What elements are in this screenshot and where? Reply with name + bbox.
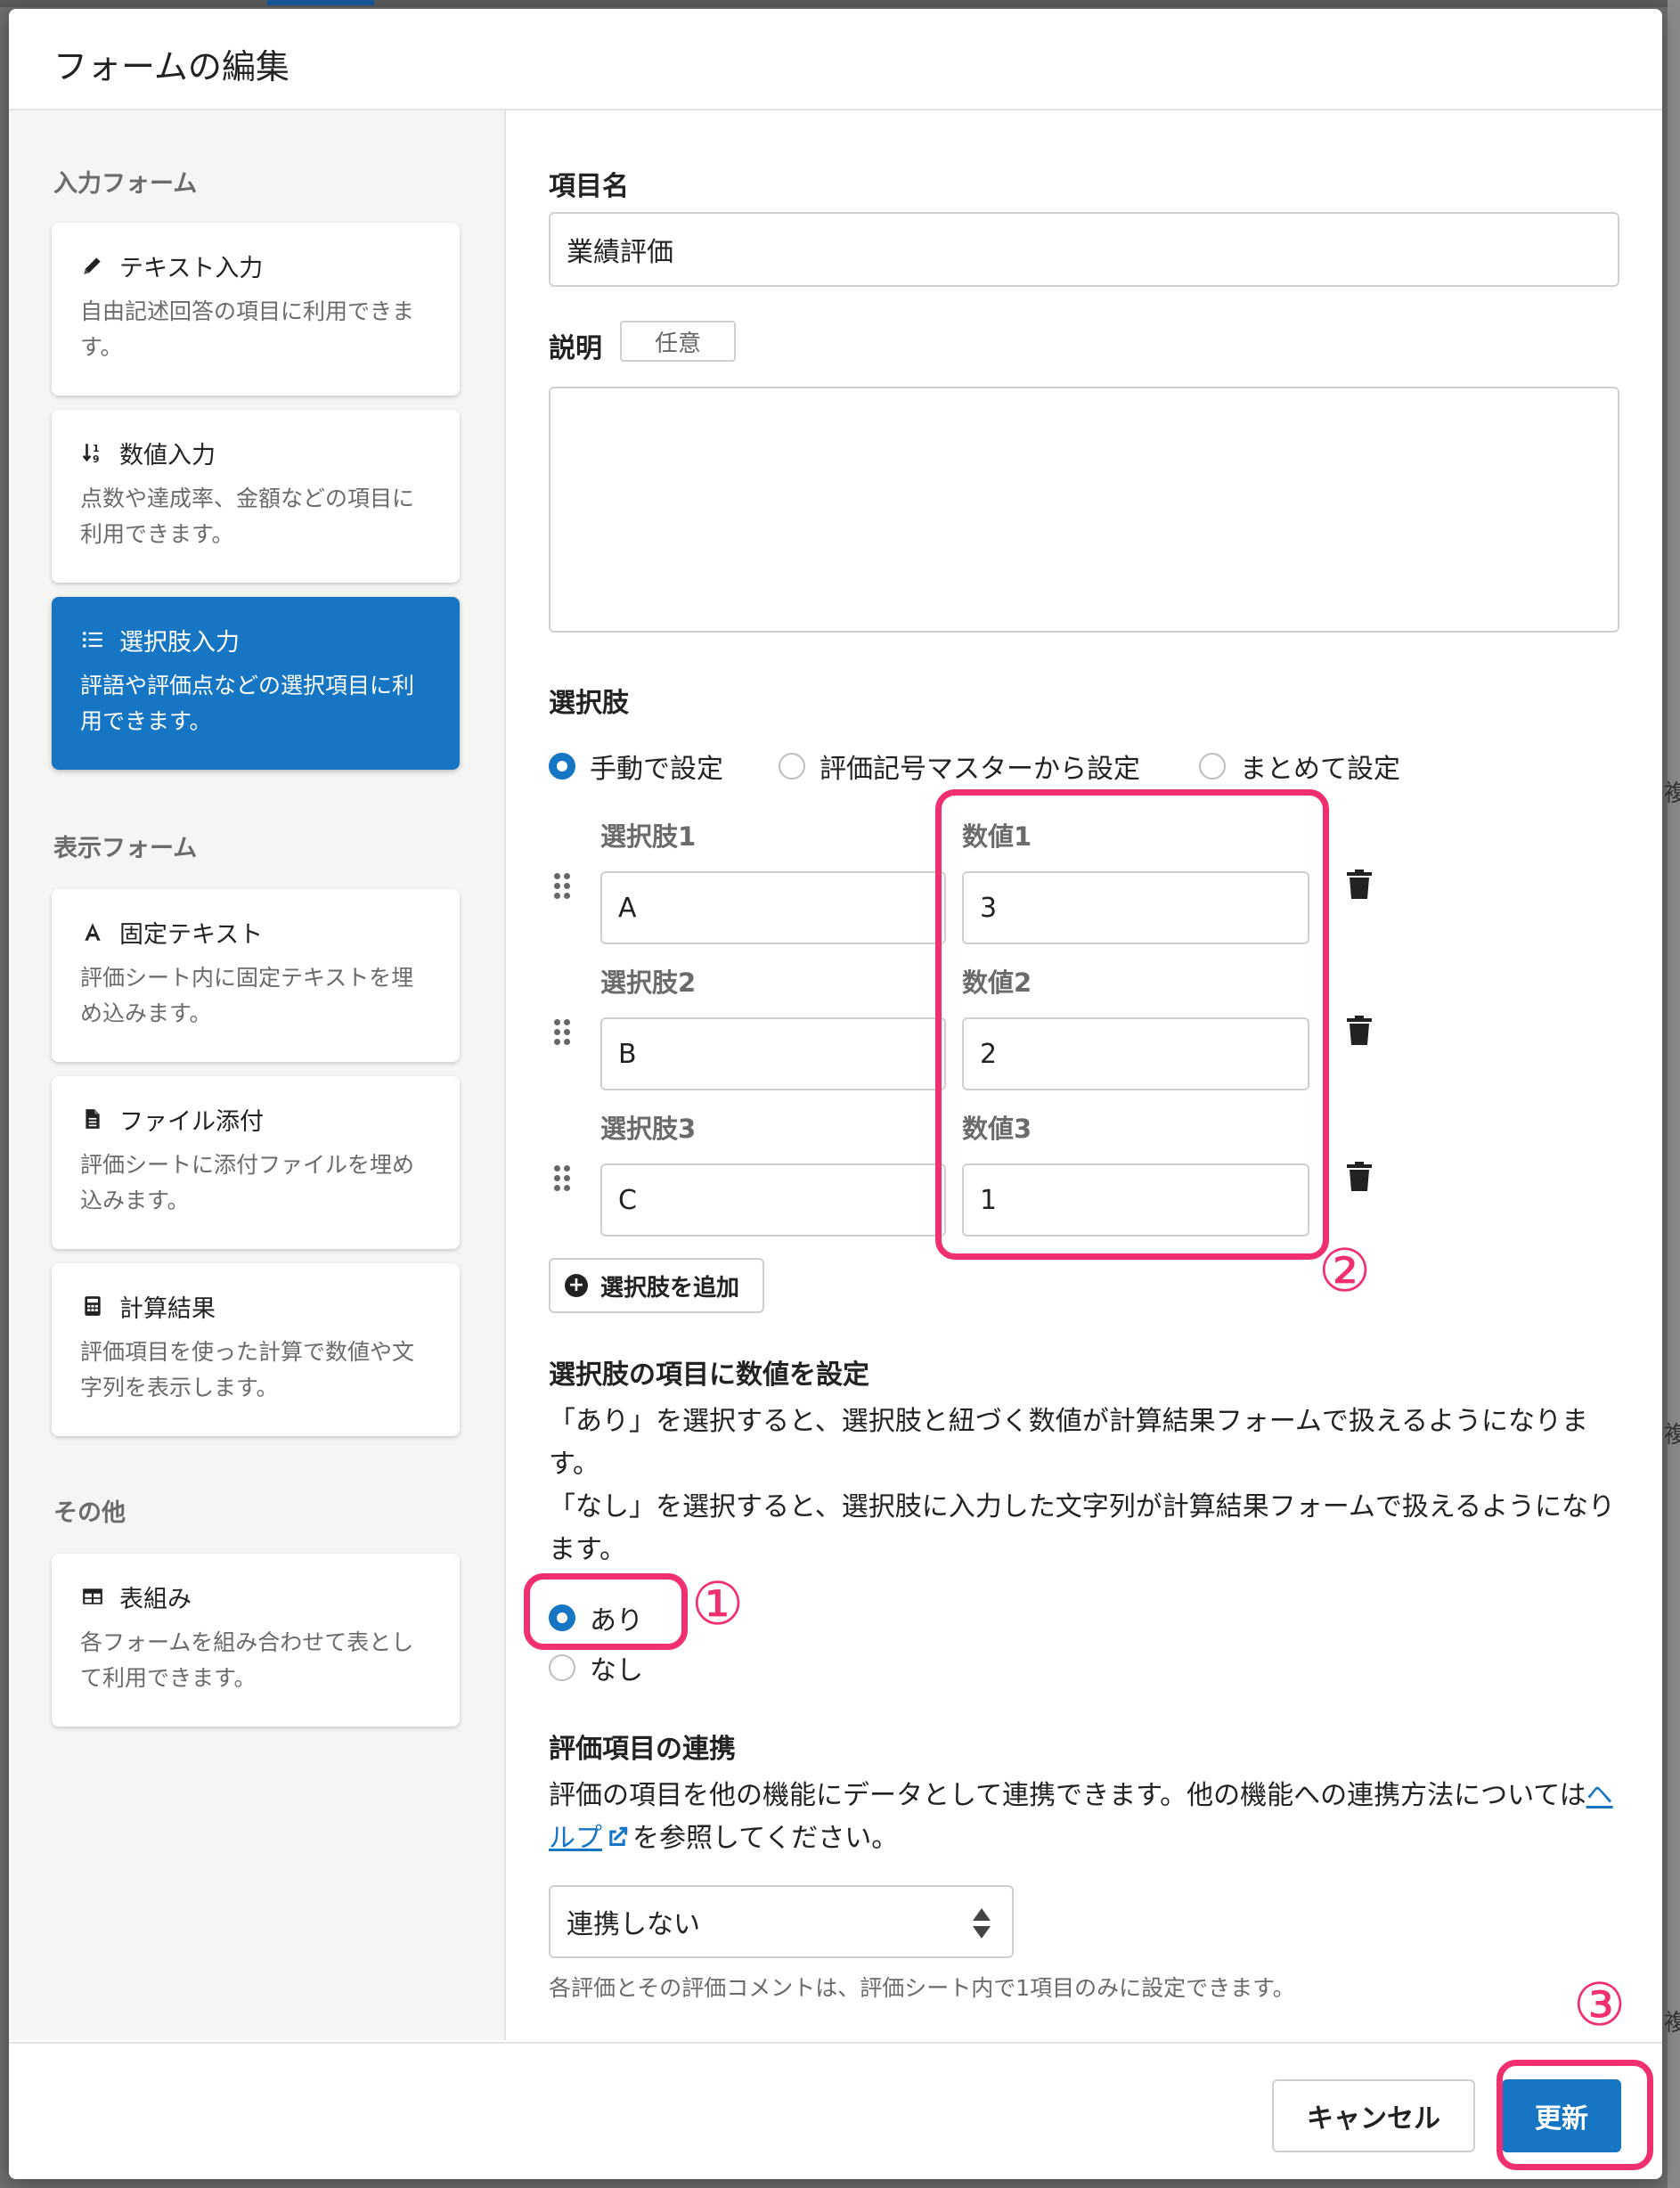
sidebar-item-desc: 評語や評価点などの選択項目に利用できます。	[80, 673, 415, 734]
cancel-button[interactable]: キャンセル	[1272, 2079, 1475, 2152]
choice-value: C	[618, 1184, 637, 1216]
form-edit-modal: フォームの編集 入力フォーム テキスト入力 自由記述回答の項目に利用できます。 …	[9, 9, 1662, 2179]
table-icon	[80, 1584, 105, 1609]
modal-header: フォームの編集	[9, 9, 1662, 110]
add-choice-label: 選択肢を追加	[600, 1274, 740, 1302]
drag-handle-icon[interactable]	[554, 1165, 572, 1192]
choice-input[interactable]: C	[600, 1163, 946, 1237]
integration-title: 評価項目の連携	[549, 1734, 736, 1765]
radio-label: 評価記号マスターから設定	[820, 754, 1140, 785]
sidebar-item-number-input[interactable]: 19 数値入力 点数や達成率、金額などの項目に利用できます。	[52, 410, 460, 583]
sidebar-item-calculation[interactable]: 計算結果 評価項目を使った計算で数値や文字列を表示します。	[52, 1263, 460, 1436]
radio-label: まとめて設定	[1240, 754, 1400, 785]
mode-bulk-radio[interactable]: まとめて設定	[1199, 747, 1400, 786]
integration-desc: 評価の項目を他の機能にデータとして連携できます。他の機能への連携方法についてはヘ…	[549, 1775, 1618, 1860]
external-link-icon[interactable]	[604, 1824, 631, 1850]
trash-icon[interactable]	[1347, 1016, 1372, 1046]
sidebar-item-file-attach[interactable]: ファイル添付 評価シートに添付ファイルを埋め込みます。	[52, 1076, 460, 1249]
step-2-marker: ②	[1318, 1237, 1372, 1305]
highlight-box-update-button	[1497, 2060, 1653, 2170]
background-edge-text: 複	[1664, 1422, 1680, 1449]
background-accent-bar	[267, 0, 374, 5]
sidebar-item-title: 数値入力	[119, 441, 216, 469]
sort-arrows-icon	[973, 1908, 991, 1939]
radio-button[interactable]	[549, 1654, 575, 1681]
highlight-box-numbers	[935, 789, 1329, 1260]
numeric-setting-desc-1: 「あり」を選択すると、選択肢と紐づく数値が計算結果フォームで扱えるようになります…	[549, 1406, 1588, 1480]
sidebar-item-text-input[interactable]: テキスト入力 自由記述回答の項目に利用できます。	[52, 223, 460, 396]
item-name-label: 項目名	[549, 171, 629, 202]
integration-select-value: 連携しない	[567, 1909, 700, 1940]
calculator-icon	[80, 1294, 105, 1319]
sidebar-item-title: 選択肢入力	[119, 628, 240, 657]
background-right-strip	[1668, 0, 1680, 2188]
trash-icon[interactable]	[1347, 1162, 1372, 1192]
sidebar-item-title: 固定テキスト	[119, 920, 264, 949]
sidebar-section-title-input: 入力フォーム	[53, 170, 198, 198]
numeric-no-radio[interactable]: なし	[549, 1648, 643, 1687]
numeric-setting-title: 選択肢の項目に数値を設定	[549, 1359, 869, 1391]
background-edge-text: 複	[1664, 2010, 1680, 2037]
item-name-input[interactable]: 業績評価	[549, 212, 1619, 287]
description-label: 説明	[549, 333, 602, 364]
radio-label: 手動で設定	[590, 754, 723, 785]
optional-tag: 任意	[620, 321, 736, 362]
choice-input[interactable]: A	[600, 871, 946, 944]
mode-master-radio[interactable]: 評価記号マスターから設定	[779, 747, 1140, 786]
svg-text:9: 9	[93, 453, 100, 464]
choice-input[interactable]: B	[600, 1017, 946, 1090]
radio-button[interactable]	[779, 753, 805, 780]
step-1-marker: ①	[691, 1570, 745, 1638]
pencil-icon	[80, 253, 105, 278]
sidebar-item-desc: 評価シートに添付ファイルを埋め込みます。	[80, 1152, 415, 1213]
radio-label: なし	[590, 1655, 643, 1686]
description-textarea[interactable]	[549, 387, 1619, 633]
drag-handle-icon[interactable]	[554, 873, 572, 900]
trash-icon[interactable]	[1347, 869, 1372, 900]
sidebar-item-desc: 各フォームを組み合わせて表として利用できます。	[80, 1629, 414, 1691]
sidebar-item-desc: 点数や達成率、金額などの項目に利用できます。	[80, 486, 415, 547]
plus-circle-icon: +	[565, 1274, 588, 1297]
background-topbar	[0, 0, 1680, 7]
font-icon	[80, 919, 105, 944]
sidebar-item-choice-input[interactable]: 選択肢入力 評語や評価点などの選択項目に利用できます。	[52, 597, 460, 770]
integration-select[interactable]: 連携しない	[549, 1885, 1014, 1958]
integration-desc-text: 評価の項目を他の機能にデータとして連携できます。他の機能への連携方法については	[549, 1780, 1586, 1811]
file-icon	[80, 1106, 105, 1131]
sidebar-item-fixed-text[interactable]: 固定テキスト 評価シート内に固定テキストを埋め込みます。	[52, 889, 460, 1062]
integration-note: 各評価とその評価コメントは、評価シート内で1項目のみに設定できます。	[549, 1975, 1295, 2001]
modal-title: フォームの編集	[53, 47, 290, 86]
sidebar-item-title: ファイル添付	[119, 1107, 264, 1136]
highlight-box-yes-option	[524, 1573, 688, 1650]
sort-numeric-icon: 19	[80, 440, 105, 465]
form-type-sidebar: 入力フォーム テキスト入力 自由記述回答の項目に利用できます。 19 数値入力 …	[9, 110, 506, 2040]
background-edge-text: 複	[1664, 780, 1680, 807]
choice-label: 選択肢2	[600, 967, 697, 998]
item-name-value: 業績評価	[567, 237, 673, 268]
sidebar-item-desc: 評価シート内に固定テキストを埋め込みます。	[80, 965, 414, 1026]
choice-value: A	[618, 892, 637, 924]
step-3-marker: ③	[1573, 1971, 1627, 2039]
choice-label: 選択肢3	[600, 1114, 697, 1144]
sidebar-section-title-other: その他	[53, 1499, 126, 1527]
sidebar-item-title: 計算結果	[119, 1294, 216, 1323]
numeric-setting-desc-2: 「なし」を選択すると、選択肢に入力した文字列が計算結果フォームで扱えるようになり…	[549, 1491, 1615, 1565]
modal-footer: キャンセル 更新	[9, 2042, 1662, 2179]
choice-value: B	[618, 1038, 637, 1070]
mode-manual-radio[interactable]: 手動で設定	[549, 747, 723, 786]
sidebar-item-table[interactable]: 表組み 各フォームを組み合わせて表として利用できます。	[52, 1554, 460, 1727]
sidebar-item-title: テキスト入力	[119, 254, 264, 282]
list-icon	[80, 627, 105, 652]
radio-button[interactable]	[549, 753, 575, 780]
integration-desc-suffix: を参照してください。	[632, 1823, 899, 1854]
choice-label: 選択肢1	[600, 821, 697, 852]
sidebar-item-title: 表組み	[119, 1585, 192, 1613]
sidebar-section-title-display: 表示フォーム	[53, 835, 198, 862]
choices-label: 選択肢	[549, 688, 629, 719]
sidebar-item-desc: 評価項目を使った計算で数値や文字列を表示します。	[80, 1339, 415, 1400]
drag-handle-icon[interactable]	[554, 1019, 572, 1046]
radio-button[interactable]	[1199, 753, 1226, 780]
sidebar-item-desc: 自由記述回答の項目に利用できます。	[80, 298, 415, 360]
add-choice-button[interactable]: + 選択肢を追加	[549, 1258, 764, 1313]
